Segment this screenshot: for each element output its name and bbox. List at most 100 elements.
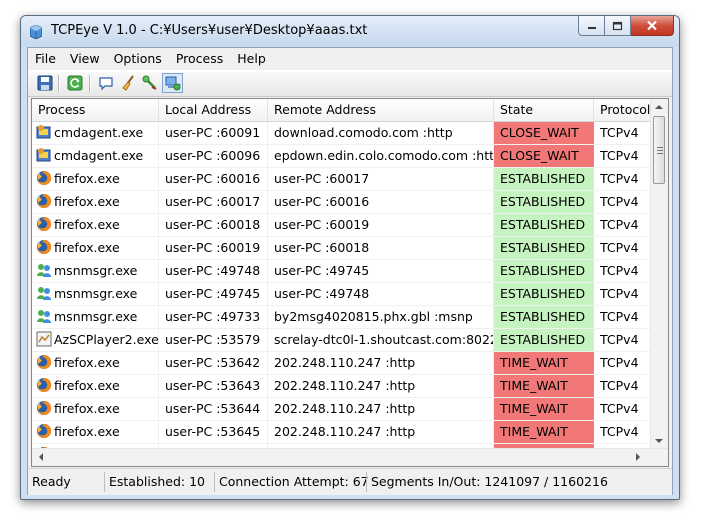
status-bar: Ready Established: 10 Connection Attempt… [28, 468, 672, 495]
process-name: firefox.exe [54, 240, 120, 255]
process-cell: msnmsgr.exe [32, 283, 159, 305]
process-cell: firefox.exe [32, 421, 159, 443]
remote-address-cell: user-PC :60017 [268, 168, 494, 190]
broom-icon [121, 75, 134, 91]
remote-address-cell: 202.248.110.247 :http [268, 352, 494, 374]
title-bar[interactable]: TCPEye V 1.0 - C:¥Users¥user¥Desktop¥aaa… [21, 16, 679, 47]
table-row[interactable]: firefox.exe user-PC :60016 user-PC :60017 E… [32, 168, 656, 191]
network-button[interactable] [162, 73, 183, 93]
process-name: cmdagent.exe [54, 125, 144, 140]
process-cell: firefox.exe [32, 191, 159, 213]
remote-address-cell: 202.248.110.247 :http [268, 421, 494, 443]
close-icon [647, 20, 657, 31]
local-address-cell: user-PC :53645 [159, 421, 268, 443]
table-row[interactable]: firefox.exe user-PC :60018 user-PC :60019 E… [32, 214, 656, 237]
refresh-button[interactable] [64, 73, 85, 93]
protocol-cell: TCPv4 [600, 355, 639, 370]
local-address-cell: user-PC :60019 [159, 237, 268, 259]
clean-button[interactable] [117, 73, 138, 93]
table-row[interactable]: msnmsgr.exe user-PC :49745 user-PC :49748 E… [32, 283, 656, 306]
save-button[interactable] [34, 73, 55, 93]
table-row[interactable]: cmdagent.exe user-PC :60091 download.comod… [32, 122, 656, 145]
close-button[interactable] [631, 16, 674, 36]
remote-address-cell: user-PC :60018 [268, 237, 494, 259]
table-row[interactable]: msnmsgr.exe user-PC :49748 user-PC :49745 E… [32, 260, 656, 283]
process-name: msnmsgr.exe [54, 263, 138, 278]
protocol-cell: TCPv4 [600, 125, 639, 140]
protocol-cell: TCPv4 [600, 332, 639, 347]
azsc-process-icon [36, 331, 52, 347]
local-address-cell: user-PC :60018 [159, 214, 268, 236]
comment-button[interactable] [95, 73, 116, 93]
menu-view[interactable]: View [63, 48, 107, 70]
state-cell: ESTABLISHED [494, 168, 594, 190]
firefox-process-icon [36, 170, 52, 186]
table-row[interactable]: firefox.exe user-PC :53644 202.248.110.247… [32, 398, 656, 421]
local-address-cell: user-PC :53644 [159, 398, 268, 420]
process-name: msnmsgr.exe [54, 286, 138, 301]
protocol-cell: TCPv4 [600, 217, 639, 232]
column-header-state[interactable]: State [494, 99, 594, 121]
floppy-icon [37, 75, 52, 91]
table-row[interactable]: firefox.exe user-PC :60017 user-PC :60016 E… [32, 191, 656, 214]
connections-list[interactable]: Process Local Address Remote Address Sta… [31, 98, 669, 467]
table-row[interactable]: firefox.exe user-PC :60019 user-PC :60018 E… [32, 237, 656, 260]
scroll-down-icon[interactable] [655, 438, 663, 444]
local-address-cell: user-PC :53579 [159, 329, 268, 351]
column-header-local-address[interactable]: Local Address [159, 99, 268, 121]
horizontal-scrollbar[interactable] [32, 448, 668, 466]
state-cell: CLOSE_WAIT [494, 145, 594, 167]
process-name: firefox.exe [54, 401, 120, 416]
kill-process-button[interactable] [139, 73, 160, 93]
process-cell: firefox.exe [32, 398, 159, 420]
state-cell: ESTABLISHED [494, 237, 594, 259]
vertical-scrollbar[interactable] [650, 99, 668, 449]
process-name: msnmsgr.exe [54, 309, 138, 324]
state-cell: ESTABLISHED [494, 329, 594, 351]
maximize-button[interactable] [605, 16, 631, 36]
column-header-remote-address[interactable]: Remote Address [268, 99, 494, 121]
state-cell: TIME_WAIT [494, 421, 594, 443]
table-row[interactable]: msnmsgr.exe user-PC :49733 by2msg4020815.p… [32, 306, 656, 329]
table-row[interactable]: AzSCPlayer2.exe user-PC :53579 screlay-dtc… [32, 329, 656, 352]
minimize-button[interactable] [578, 16, 605, 36]
toolbar-separator [58, 75, 60, 92]
remote-address-cell: user-PC :49748 [268, 283, 494, 305]
app-icon [30, 25, 42, 39]
menu-options[interactable]: Options [107, 48, 169, 70]
app-window: TCPEye V 1.0 - C:¥Users¥user¥Desktop¥aaa… [20, 15, 680, 500]
column-header-process[interactable]: Process [32, 99, 159, 121]
scroll-right-icon[interactable] [635, 453, 641, 461]
msn-process-icon [36, 262, 52, 278]
state-cell: TIME_WAIT [494, 375, 594, 397]
menu-help[interactable]: Help [230, 48, 273, 70]
firefox-process-icon [36, 239, 52, 255]
toolbar [28, 70, 672, 97]
state-cell: ESTABLISHED [494, 306, 594, 328]
state-cell: ESTABLISHED [494, 260, 594, 282]
menu-file[interactable]: File [28, 48, 63, 70]
local-address-cell: user-PC :60091 [159, 122, 268, 144]
firefox-process-icon [36, 377, 52, 393]
local-address-cell: user-PC :60017 [159, 191, 268, 213]
protocol-cell: TCPv4 [600, 240, 639, 255]
scroll-left-icon[interactable] [38, 453, 44, 461]
scroll-up-icon[interactable] [655, 104, 663, 110]
msn-process-icon [36, 285, 52, 301]
network-icon [165, 76, 181, 91]
firefox-process-icon [36, 423, 52, 439]
menu-process[interactable]: Process [169, 48, 230, 70]
column-header-protocol[interactable]: Protocol [594, 99, 656, 121]
table-row[interactable]: firefox.exe user-PC :53643 202.248.110.247… [32, 375, 656, 398]
process-name: firefox.exe [54, 194, 120, 209]
table-row[interactable]: firefox.exe user-PC :53645 202.248.110.247… [32, 421, 656, 444]
table-row[interactable]: cmdagent.exe user-PC :60096 epdown.edin.co… [32, 145, 656, 168]
table-row[interactable]: firefox.exe user-PC :53642 202.248.110.247… [32, 352, 656, 375]
pin-icon [142, 75, 156, 90]
protocol-cell: TCPv4 [600, 286, 639, 301]
list-body: cmdagent.exe user-PC :60091 download.comod… [32, 122, 656, 466]
local-address-cell: user-PC :49733 [159, 306, 268, 328]
protocol-cell: TCPv4 [600, 263, 639, 278]
scrollbar-thumb[interactable] [653, 116, 665, 184]
remote-address-cell: screlay-dtc0l-1.shoutcast.com:8022 [268, 329, 494, 351]
